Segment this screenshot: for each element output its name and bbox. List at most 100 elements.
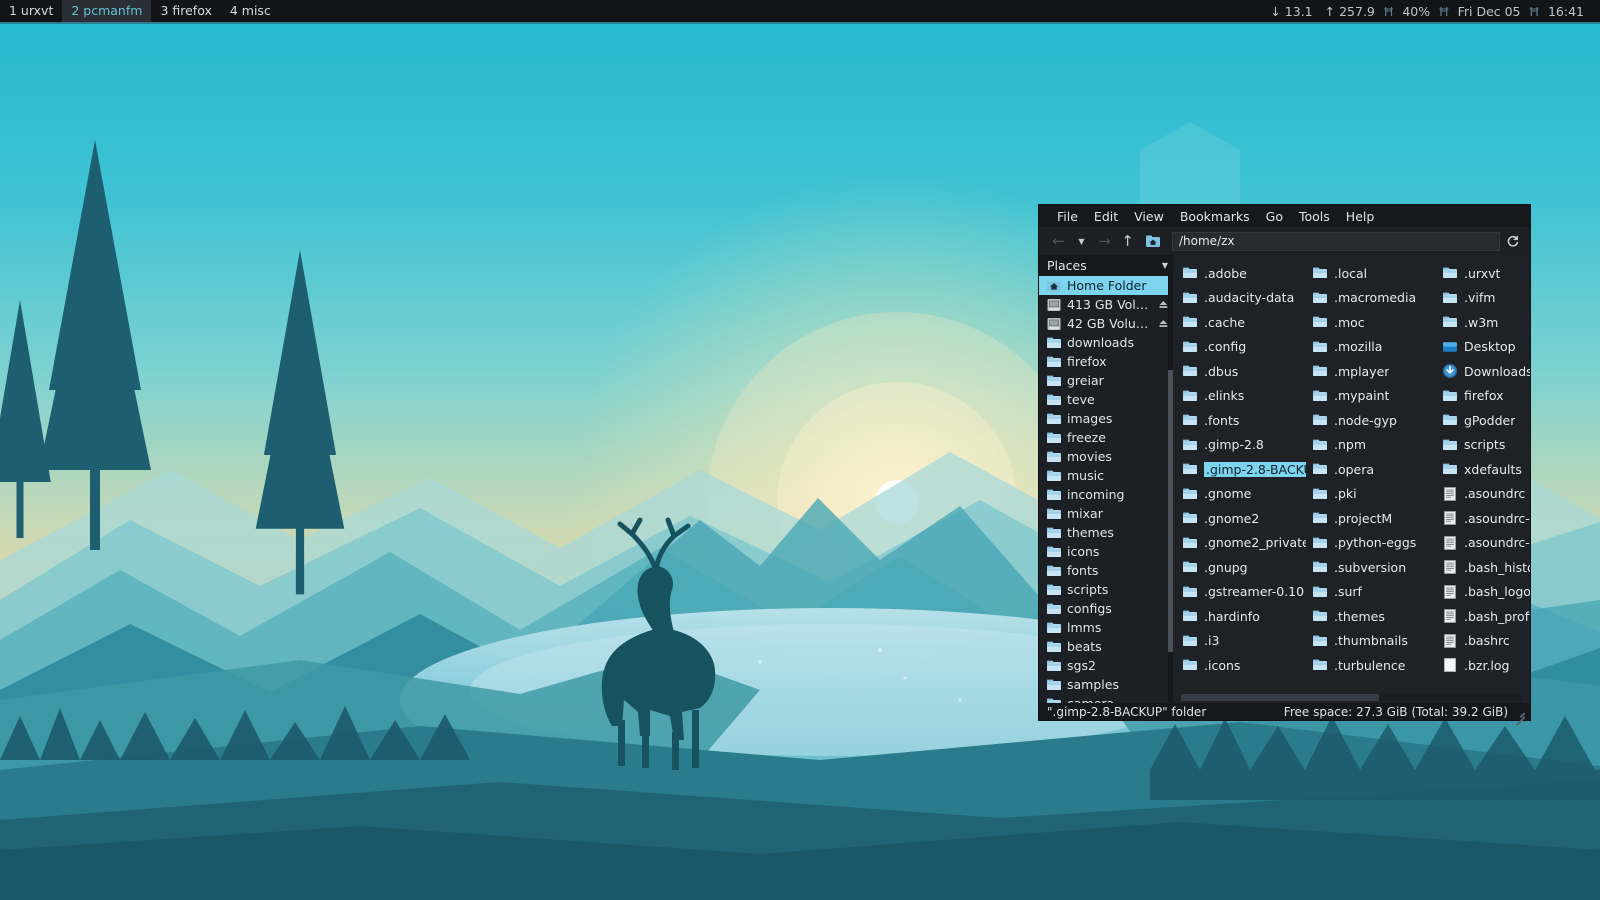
menu-item-bookmarks[interactable]: Bookmarks: [1172, 207, 1258, 226]
file-item[interactable]: .gimp-2.8: [1179, 433, 1309, 458]
file-item[interactable]: .mypaint: [1309, 384, 1439, 409]
file-item[interactable]: .cache: [1179, 310, 1309, 335]
file-item[interactable]: .elinks: [1179, 384, 1309, 409]
place-item[interactable]: Home Folder: [1039, 276, 1173, 295]
place-item[interactable]: music: [1039, 466, 1173, 485]
place-item[interactable]: mixar: [1039, 504, 1173, 523]
file-item[interactable]: .mozilla: [1309, 335, 1439, 360]
file-item[interactable]: .hardinfo: [1179, 604, 1309, 629]
file-item[interactable]: .bzr.log: [1439, 653, 1530, 678]
file-item[interactable]: .config: [1179, 335, 1309, 360]
file-item[interactable]: .audacity-data: [1179, 286, 1309, 311]
file-item[interactable]: .macromedia: [1309, 286, 1439, 311]
file-item[interactable]: .mplayer: [1309, 359, 1439, 384]
file-item[interactable]: Desktop: [1439, 335, 1530, 360]
file-item[interactable]: .surf: [1309, 580, 1439, 605]
file-item[interactable]: .asoundrc-HDMI: [1439, 506, 1530, 531]
file-item[interactable]: .gnome2_private: [1179, 531, 1309, 556]
menu-item-view[interactable]: View: [1126, 207, 1172, 226]
workspace-button-4[interactable]: 4 misc: [221, 0, 280, 22]
file-item[interactable]: .urxvt: [1439, 261, 1530, 286]
file-item[interactable]: .gimp-2.8-BACKUP: [1179, 457, 1309, 482]
place-item[interactable]: sgs2: [1039, 656, 1173, 675]
place-item[interactable]: configs: [1039, 599, 1173, 618]
forward-button[interactable]: →: [1095, 231, 1114, 251]
workspace-button-3[interactable]: 3 firefox: [151, 0, 220, 22]
workspace-button-1[interactable]: 1 urxvt: [0, 0, 62, 22]
file-list-area[interactable]: .adobe .audacity-data .cache .config .dbus .e…: [1173, 255, 1530, 692]
file-item[interactable]: .gstreamer-0.10: [1179, 580, 1309, 605]
place-item[interactable]: 413 GB Volu...: [1039, 295, 1173, 314]
place-item[interactable]: teve: [1039, 390, 1173, 409]
menu-item-file[interactable]: File: [1049, 207, 1086, 226]
workspace-button-2[interactable]: 2 pcmanfm: [62, 0, 152, 22]
file-item[interactable]: .asoundrc: [1439, 482, 1530, 507]
place-item[interactable]: samples: [1039, 675, 1173, 694]
file-item[interactable]: .fonts: [1179, 408, 1309, 433]
file-item[interactable]: Downloads: [1439, 359, 1530, 384]
file-item[interactable]: .npm: [1309, 433, 1439, 458]
file-item[interactable]: .themes: [1309, 604, 1439, 629]
place-item[interactable]: scripts: [1039, 580, 1173, 599]
place-item[interactable]: themes: [1039, 523, 1173, 542]
file-item[interactable]: .gnupg: [1179, 555, 1309, 580]
up-button[interactable]: ↑: [1118, 231, 1137, 251]
place-item[interactable]: downloads: [1039, 333, 1173, 352]
menu-item-go[interactable]: Go: [1258, 207, 1291, 226]
file-item[interactable]: .dbus: [1179, 359, 1309, 384]
file-item[interactable]: .icons: [1179, 653, 1309, 678]
file-item[interactable]: .gnome2: [1179, 506, 1309, 531]
file-item[interactable]: .local: [1309, 261, 1439, 286]
scrollbar-track[interactable]: [1181, 694, 1522, 701]
path-entry[interactable]: /home/zx: [1172, 231, 1500, 251]
place-item[interactable]: freeze: [1039, 428, 1173, 447]
file-item[interactable]: .vifm: [1439, 286, 1530, 311]
file-item[interactable]: .pki: [1309, 482, 1439, 507]
collapse-caret-icon[interactable]: ▼: [1162, 261, 1168, 270]
scrollbar-thumb[interactable]: [1181, 694, 1379, 701]
file-item[interactable]: .opera: [1309, 457, 1439, 482]
place-item[interactable]: greiar: [1039, 371, 1173, 390]
file-item[interactable]: .subversion: [1309, 555, 1439, 580]
reload-button[interactable]: [1504, 234, 1522, 248]
file-item[interactable]: .gnome: [1179, 482, 1309, 507]
file-item[interactable]: .w3m: [1439, 310, 1530, 335]
file-item[interactable]: .i3: [1179, 629, 1309, 654]
place-item[interactable]: 42 GB Volume: [1039, 314, 1173, 333]
place-item[interactable]: movies: [1039, 447, 1173, 466]
file-item[interactable]: firefox: [1439, 384, 1530, 409]
file-item[interactable]: .turbulence: [1309, 653, 1439, 678]
file-item[interactable]: .bash_profile: [1439, 604, 1530, 629]
file-item[interactable]: .projectM: [1309, 506, 1439, 531]
file-item[interactable]: scripts: [1439, 433, 1530, 458]
menu-item-edit[interactable]: Edit: [1086, 207, 1126, 226]
history-dropdown-button[interactable]: ▼: [1072, 231, 1091, 251]
place-item[interactable]: incoming: [1039, 485, 1173, 504]
file-item[interactable]: .bash_logout: [1439, 580, 1530, 605]
resize-grip[interactable]: [1513, 705, 1526, 718]
file-item[interactable]: .asoundrc-PC: [1439, 531, 1530, 556]
place-item[interactable]: lmms: [1039, 618, 1173, 637]
place-item[interactable]: camera: [1039, 694, 1173, 703]
places-list[interactable]: Home Folder 413 GB Volu... 42 GB Volume dow…: [1039, 276, 1173, 703]
file-item[interactable]: .bashrc: [1439, 629, 1530, 654]
file-item[interactable]: .thumbnails: [1309, 629, 1439, 654]
file-item[interactable]: .adobe: [1179, 261, 1309, 286]
file-item[interactable]: .bash_history: [1439, 555, 1530, 580]
back-button[interactable]: ←: [1049, 231, 1068, 251]
place-item[interactable]: images: [1039, 409, 1173, 428]
file-item[interactable]: gPodder: [1439, 408, 1530, 433]
file-item[interactable]: .moc: [1309, 310, 1439, 335]
place-item[interactable]: firefox: [1039, 352, 1173, 371]
menu-item-tools[interactable]: Tools: [1291, 207, 1338, 226]
menu-item-help[interactable]: Help: [1338, 207, 1383, 226]
file-label: Desktop: [1464, 339, 1516, 355]
file-item[interactable]: .node-gyp: [1309, 408, 1439, 433]
file-item[interactable]: xdefaults: [1439, 457, 1530, 482]
horizontal-scrollbar[interactable]: [1173, 692, 1530, 703]
file-item[interactable]: .python-eggs: [1309, 531, 1439, 556]
place-item[interactable]: fonts: [1039, 561, 1173, 580]
home-folder-icon[interactable]: [1143, 231, 1162, 251]
place-item[interactable]: icons: [1039, 542, 1173, 561]
place-item[interactable]: beats: [1039, 637, 1173, 656]
